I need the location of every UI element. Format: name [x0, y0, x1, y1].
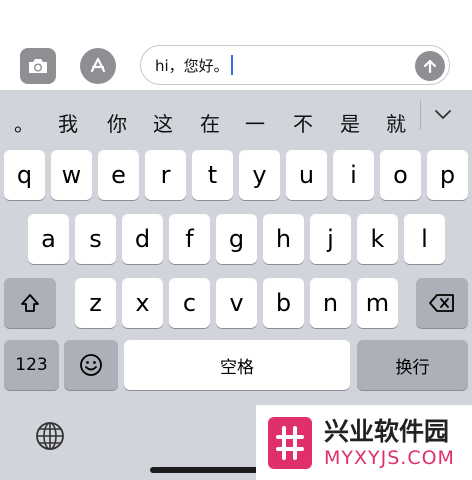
- delete-icon[interactable]: [416, 278, 468, 328]
- watermark-title: 兴业软件园: [324, 416, 450, 446]
- key-k[interactable]: k: [357, 214, 398, 264]
- key-c[interactable]: c: [169, 278, 210, 328]
- globe-icon[interactable]: [34, 420, 66, 452]
- key-g[interactable]: g: [216, 214, 257, 264]
- candidate-divider: [420, 100, 421, 130]
- key-t[interactable]: t: [192, 150, 233, 200]
- candidate-item[interactable]: 你: [93, 108, 141, 137]
- shift-icon[interactable]: [4, 278, 56, 328]
- key-f[interactable]: f: [169, 214, 210, 264]
- key-z[interactable]: z: [75, 278, 116, 328]
- emoji-icon[interactable]: [64, 340, 118, 390]
- key-d[interactable]: d: [122, 214, 163, 264]
- candidate-item[interactable]: 这: [139, 108, 187, 137]
- key-j[interactable]: j: [310, 214, 351, 264]
- arrow-up-icon[interactable]: [415, 51, 445, 81]
- key-w[interactable]: w: [51, 150, 92, 200]
- key-v[interactable]: v: [216, 278, 257, 328]
- watermark-logo-icon: [268, 416, 312, 469]
- key-a[interactable]: a: [28, 214, 69, 264]
- key-h[interactable]: h: [263, 214, 304, 264]
- key-n[interactable]: n: [310, 278, 351, 328]
- watermark-subtitle: MYXYJS.COM: [324, 446, 455, 469]
- key-x[interactable]: x: [122, 278, 163, 328]
- numbers-key[interactable]: 123: [4, 340, 59, 390]
- candidate-item[interactable]: 一: [231, 108, 279, 137]
- candidate-item[interactable]: 不: [279, 108, 327, 137]
- message-input-text: hi，您好。: [155, 56, 229, 75]
- watermark: 兴业软件园 MYXYJS.COM: [256, 405, 472, 480]
- key-l[interactable]: l: [404, 214, 445, 264]
- key-s[interactable]: s: [75, 214, 116, 264]
- app-store-icon[interactable]: [80, 48, 116, 84]
- key-p[interactable]: p: [427, 150, 468, 200]
- candidate-item[interactable]: 我: [44, 108, 92, 137]
- key-b[interactable]: b: [263, 278, 304, 328]
- key-o[interactable]: o: [380, 150, 421, 200]
- chevron-down-icon[interactable]: [430, 104, 456, 126]
- candidate-item[interactable]: 。: [0, 108, 48, 137]
- candidate-item[interactable]: 是: [326, 108, 374, 137]
- key-y[interactable]: y: [239, 150, 280, 200]
- key-r[interactable]: r: [145, 150, 186, 200]
- key-e[interactable]: e: [98, 150, 139, 200]
- text-caret: [230, 55, 233, 75]
- key-q[interactable]: q: [4, 150, 45, 200]
- space-key[interactable]: 空格: [124, 340, 350, 390]
- candidate-item[interactable]: 就: [372, 108, 420, 137]
- candidate-item[interactable]: 在: [186, 108, 234, 137]
- camera-icon[interactable]: [20, 48, 56, 84]
- key-i[interactable]: i: [333, 150, 374, 200]
- candidate-bar: 。 我 你 这 在 一 不 是 就: [0, 90, 472, 146]
- composer-area: hi，您好。: [0, 0, 472, 90]
- return-key[interactable]: 换行: [357, 340, 468, 390]
- key-m[interactable]: m: [357, 278, 398, 328]
- key-u[interactable]: u: [286, 150, 327, 200]
- message-input[interactable]: hi，您好。: [140, 45, 450, 85]
